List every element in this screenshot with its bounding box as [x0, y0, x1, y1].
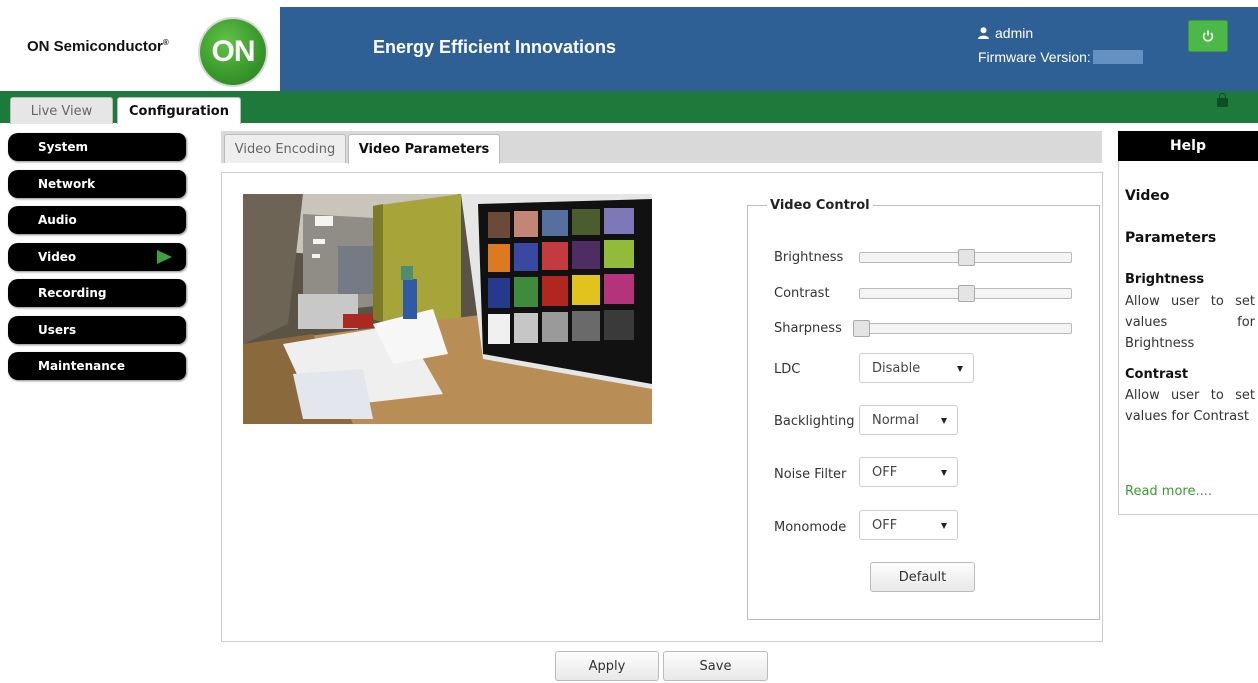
sidebar-item-network[interactable]: Network [8, 169, 186, 198]
sharpness-slider-handle[interactable] [853, 320, 870, 337]
sidebar-item-label: System [38, 140, 88, 154]
sidebar-item-maintenance[interactable]: Maintenance [8, 352, 186, 380]
sidebar: System Network Audio Video Recording Use… [0, 133, 188, 389]
default-button[interactable]: Default [870, 562, 975, 592]
sidebar-item-label: Video [38, 249, 77, 264]
noise-filter-select[interactable]: OFF [859, 457, 958, 487]
sidebar-item-system[interactable]: System [8, 133, 186, 161]
help-contrast-title: Contrast [1125, 367, 1189, 382]
monomode-select[interactable]: OFF [859, 510, 958, 540]
firmware-label: Firmware Version: [978, 49, 1091, 65]
chevron-down-icon [941, 523, 947, 529]
ldc-select[interactable]: Disable [859, 353, 974, 383]
sidebar-item-label: Users [38, 322, 77, 337]
backlighting-select[interactable]: Normal [859, 405, 958, 435]
sidebar-item-label: Audio [38, 213, 77, 227]
ldc-value: Disable [872, 360, 921, 376]
user-icon [978, 27, 989, 39]
tagline: Energy Efficient Innovations [373, 37, 617, 57]
contrast-slider[interactable] [859, 285, 1072, 302]
header: ON Semiconductor® ON Energy Efficient In… [0, 0, 1258, 91]
ldc-label: LDC [774, 362, 801, 377]
username: admin [995, 25, 1034, 41]
sharpness-label: Sharpness [774, 321, 842, 336]
help-heading-video: Video [1125, 188, 1170, 204]
help-contrast-text: Allow user to set values for Contrast [1125, 388, 1255, 424]
video-control-legend: Video Control [767, 198, 873, 213]
active-arrow-icon [157, 249, 172, 264]
read-more-link[interactable]: Read more.... [1125, 484, 1212, 499]
sidebar-item-label: Network [38, 176, 96, 191]
lock-icon[interactable] [1217, 93, 1228, 107]
on-logo: ON [200, 19, 266, 85]
noise-filter-value: OFF [872, 464, 898, 480]
save-button[interactable]: Save [663, 651, 768, 681]
monomode-value: OFF [872, 517, 898, 533]
chevron-down-icon [941, 418, 947, 424]
tab-configuration[interactable]: Configuration [117, 97, 241, 124]
sidebar-item-audio[interactable]: Audio [8, 206, 186, 234]
help-heading-parameters: Parameters [1125, 230, 1217, 246]
chevron-down-icon [941, 470, 947, 476]
sidebar-item-recording[interactable]: Recording [8, 279, 186, 307]
logout-button[interactable] [1188, 20, 1228, 52]
backlighting-value: Normal [872, 412, 920, 428]
brightness-label: Brightness [774, 250, 844, 265]
noise-filter-label: Noise Filter [774, 467, 847, 482]
power-icon [1202, 30, 1214, 42]
contrast-slider-handle[interactable] [958, 285, 975, 302]
monomode-label: Monomode [774, 520, 847, 535]
contrast-label: Contrast [774, 286, 830, 301]
apply-button[interactable]: Apply [555, 651, 659, 681]
sidebar-item-label: Recording [38, 286, 107, 300]
sidebar-item-label: Maintenance [38, 359, 126, 373]
help-brightness-text: Allow user to set values for Brightness [1125, 294, 1255, 351]
video-preview [243, 194, 652, 424]
brightness-slider[interactable] [859, 249, 1072, 266]
sidebar-item-video[interactable]: Video [8, 242, 186, 271]
sidebar-item-users[interactable]: Users [8, 315, 186, 344]
help-title: Help [1118, 131, 1258, 161]
backlighting-label: Backlighting [774, 414, 855, 429]
help-brightness-title: Brightness [1125, 272, 1205, 287]
chevron-down-icon [957, 366, 963, 372]
tab-live-view[interactable]: Live View [10, 97, 113, 124]
user-info: admin Firmware Version: [978, 25, 1143, 65]
tab-video-encoding[interactable]: Video Encoding [224, 134, 346, 163]
brightness-slider-handle[interactable] [958, 249, 975, 266]
sharpness-slider[interactable] [853, 320, 1072, 337]
brand-name: ON Semiconductor® [27, 38, 169, 55]
tab-video-parameters[interactable]: Video Parameters [348, 134, 500, 164]
firmware-value-redacted [1092, 50, 1143, 64]
